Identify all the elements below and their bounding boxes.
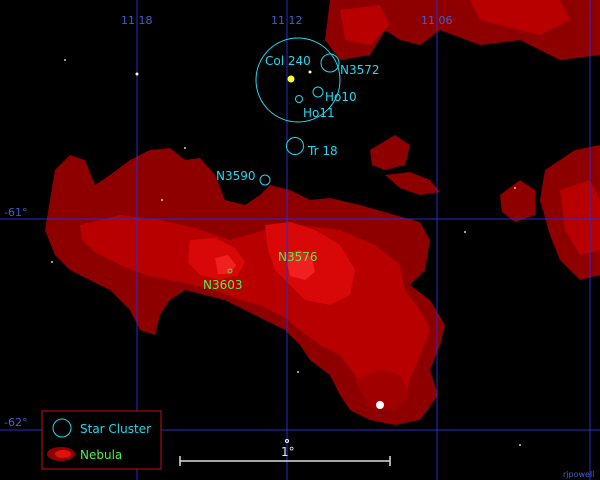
nebula-legend-icon-core — [55, 450, 71, 458]
ra-label: 11 06 — [421, 14, 453, 27]
cluster-label-col240: Col 240 — [265, 54, 311, 68]
star-highlight — [287, 75, 295, 83]
nebula-label-n3576: N3576 — [278, 250, 318, 264]
cluster-label-ho10: Ho10 — [325, 90, 357, 104]
star — [184, 147, 186, 149]
legend-label-star-cluster: Star Cluster — [80, 422, 151, 436]
star-map[interactable]: 11 18 11 12 11 06 -61° -62° Col 240 N357… — [0, 0, 600, 480]
star — [519, 444, 521, 446]
star — [514, 187, 516, 189]
ra-label: 11 18 — [121, 14, 153, 27]
dec-label: -61° — [4, 206, 27, 219]
nebula-label-n3603: N3603 — [203, 278, 243, 292]
star-bright — [376, 401, 384, 409]
star — [51, 261, 53, 263]
cluster-label-n3590: N3590 — [216, 169, 256, 183]
cluster-label-ho11: Ho11 — [303, 106, 335, 120]
star — [464, 231, 466, 233]
star — [308, 70, 312, 74]
cluster-label-n3572: N3572 — [340, 63, 380, 77]
star — [297, 371, 299, 373]
scale-label: 1° — [281, 445, 295, 459]
star — [135, 72, 139, 76]
dec-label: -62° — [4, 416, 27, 429]
star — [64, 59, 66, 61]
legend: Star Cluster Nebula — [41, 410, 162, 470]
ra-label: 11 12 — [271, 14, 303, 27]
cluster-label-tr18: Tr 18 — [307, 144, 338, 158]
map-credit: rjpowell — [563, 470, 594, 479]
legend-label-nebula: Nebula — [80, 448, 122, 462]
star — [161, 199, 163, 201]
